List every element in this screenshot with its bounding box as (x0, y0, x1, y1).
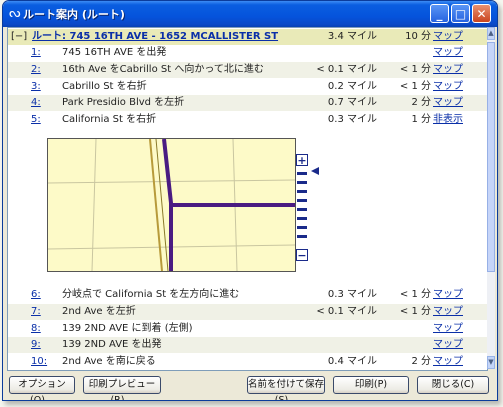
route-icon: ᔓ (9, 6, 21, 21)
step-instruction: Cabrillo St を右折 (62, 80, 147, 92)
route-guide-window: ᔓ ルート案内 (ルート) _ □ ✕ [−] ルート: 745 16TH AV… (2, 0, 498, 401)
step-map-link[interactable]: マップ (433, 45, 463, 61)
step-time: < 1 分 (399, 289, 431, 300)
step-row: 3: Cabrillo St を右折 0.2 マイル < 1 分マップ (8, 79, 487, 95)
step-instruction: 2nd Ave を左折 (62, 305, 136, 317)
step-instruction: Park Presidio Blvd を左折 (62, 97, 185, 109)
step-distance: < 0.1 マイル (316, 305, 377, 317)
step-distance: < 0.1 マイル (316, 63, 377, 75)
step-instruction: 2nd Ave を南に戻る (62, 356, 156, 368)
zoom-tick[interactable] (297, 208, 307, 211)
title-bar[interactable]: ᔓ ルート案内 (ルート) _ □ ✕ (3, 1, 497, 27)
print-preview-button[interactable]: 印刷プレビュー(R)... (83, 376, 161, 400)
route-time: 10 分 (405, 31, 431, 42)
step-distance: 0.7 マイル (327, 97, 377, 109)
step-instruction: California St を右折 (62, 114, 157, 126)
step-time: < 1 分 (399, 63, 431, 75)
step-map-link[interactable]: マップ (433, 62, 463, 78)
options-button[interactable]: オプション(O)... (9, 376, 75, 400)
step-number-link[interactable]: 7: (31, 304, 41, 320)
step-number-link[interactable]: 10: (31, 354, 47, 370)
zoom-tick[interactable] (297, 172, 307, 175)
route-distance: 3.4 マイル (327, 31, 377, 42)
step-instruction: 16th Ave をCabrillo St へ向かって北に進む (62, 63, 264, 75)
collapse-toggle[interactable]: [−] (11, 29, 27, 45)
close-button[interactable]: 閉じる(C) (417, 376, 489, 394)
step-row: 9: 139 2ND AVE を出発 マップ (8, 337, 487, 354)
step-time: < 1 分 (399, 305, 431, 317)
route-header-row: [−] ルート: 745 16TH AVE - 1652 MCALLISTER … (8, 29, 487, 45)
route-map-link[interactable]: マップ (433, 29, 463, 45)
zoom-tick[interactable] (297, 181, 307, 184)
print-button[interactable]: 印刷(P) (333, 376, 409, 394)
step-number-link[interactable]: 1: (31, 45, 41, 61)
step-instruction: 745 16TH AVE を出発 (62, 47, 167, 58)
button-bar: オプション(O)... 印刷プレビュー(R)... 名前を付けて保存(S)...… (3, 372, 497, 400)
zoom-tick[interactable] (297, 235, 307, 238)
step-number-link[interactable]: 9: (31, 337, 41, 353)
step-instruction: 139 2ND AVE に到着 (左側) (62, 322, 193, 334)
close-window-button[interactable]: ✕ (472, 4, 491, 23)
map-graphic (48, 139, 295, 271)
zoom-tick[interactable] (297, 199, 307, 202)
step-time: 2 分 (411, 97, 431, 109)
step-map-link[interactable]: マップ (433, 354, 463, 370)
zoom-tick[interactable] (297, 190, 307, 193)
route-title-link[interactable]: ルート: 745 16TH AVE - 1652 MCALLISTER ST (32, 29, 278, 45)
map-panel: + − (8, 128, 487, 288)
scroll-down-icon[interactable]: ▼ (487, 356, 495, 369)
scroll-up-icon[interactable]: ▲ (487, 27, 495, 40)
minimize-button[interactable]: _ (430, 4, 449, 23)
zoom-tick[interactable] (297, 217, 307, 220)
step-row: 5: California St を右折 0.3 マイル 1 分非表示 (8, 112, 487, 128)
step-row: 6: 分岐点で California St を左方向に進む 0.3 マイル < 1 分… (8, 287, 487, 303)
scroll-thumb[interactable] (487, 42, 495, 272)
maximize-button[interactable]: □ (451, 4, 470, 23)
step-row: 8: 139 2ND AVE に到着 (左側) マップ (8, 321, 487, 337)
step-number-link[interactable]: 2: (31, 62, 41, 78)
step-instruction: 分岐点で California St を左方向に進む (62, 289, 240, 300)
vertical-scrollbar[interactable]: ▲ ▼ (487, 27, 495, 369)
step-row: 2: 16th Ave をCabrillo St へ向かって北に進む < 0.1 マ… (8, 61, 487, 78)
step-number-link[interactable]: 8: (31, 321, 41, 337)
step-map-link[interactable]: マップ (433, 304, 463, 320)
save-as-button[interactable]: 名前を付けて保存(S)... (247, 376, 325, 400)
step-row: 10: 2nd Ave を南に戻る 0.4 マイル 2 分マップ (8, 354, 487, 370)
step-instruction: 139 2ND AVE を出発 (62, 339, 162, 351)
step-number-link[interactable]: 4: (31, 95, 41, 111)
step-map-link[interactable]: 非表示 (433, 112, 463, 128)
step-row: 1: 745 16TH AVE を出発 マップ (8, 45, 487, 61)
step-distance: 0.3 マイル (327, 114, 377, 126)
step-map-link[interactable]: マップ (433, 287, 463, 303)
step-map-link[interactable]: マップ (433, 79, 463, 95)
step-map-link[interactable]: マップ (433, 95, 463, 111)
route-map[interactable] (47, 138, 296, 272)
step-number-link[interactable]: 5: (31, 112, 41, 128)
window-title: ルート案内 (ルート) (23, 8, 125, 21)
step-distance: 0.2 マイル (327, 80, 377, 92)
zoom-out-button[interactable]: − (296, 249, 308, 261)
step-number-link[interactable]: 3: (31, 79, 41, 95)
step-distance: 0.3 マイル (327, 289, 377, 300)
zoom-control: + − (296, 154, 322, 264)
step-time: < 1 分 (399, 80, 431, 92)
directions-list[interactable]: [−] ルート: 745 16TH AVE - 1652 MCALLISTER … (7, 27, 488, 371)
step-time: 2 分 (411, 356, 431, 368)
step-row: 7: 2nd Ave を左折 < 0.1 マイル < 1 分マップ (8, 303, 487, 320)
step-map-link[interactable]: マップ (433, 321, 463, 337)
zoom-tick[interactable] (297, 226, 307, 229)
zoom-in-button[interactable]: + (296, 154, 308, 166)
zoom-level-pointer-icon[interactable] (311, 167, 319, 175)
step-distance: 0.4 マイル (327, 356, 377, 368)
step-number-link[interactable]: 6: (31, 287, 41, 303)
step-row: 4: Park Presidio Blvd を左折 0.7 マイル 2 分マップ (8, 95, 487, 112)
step-map-link[interactable]: マップ (433, 337, 463, 353)
step-time: 1 分 (411, 114, 431, 126)
